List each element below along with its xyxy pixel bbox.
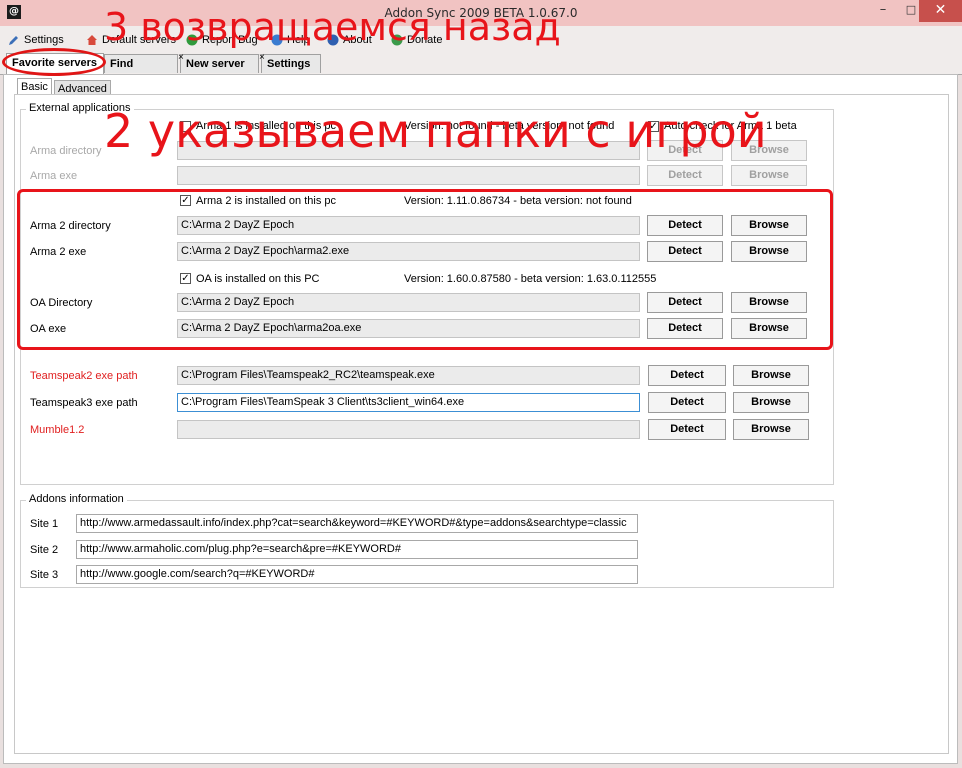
addons-information-title: Addons information xyxy=(26,493,127,505)
main-tab-strip: Favorite servers Find servers × New serv… xyxy=(0,52,962,89)
mumble-path-field[interactable] xyxy=(177,420,640,439)
home-icon xyxy=(87,35,97,45)
teamspeak3-detect-button[interactable]: Detect xyxy=(648,392,726,413)
site2-url-field[interactable]: http://www.armaholic.com/plug.php?e=sear… xyxy=(76,540,638,559)
menu-settings[interactable]: Settings xyxy=(8,34,64,46)
teamspeak3-browse-button[interactable]: Browse xyxy=(733,392,809,413)
teamspeak2-path-field[interactable]: C:\Program Files\Teamspeak2_RC2\teamspea… xyxy=(177,366,640,385)
app-window: @ Addon Sync 2009 BETA 1.0.67.0 – □ ✕ Se… xyxy=(0,0,962,768)
close-tab-icon[interactable]: × xyxy=(259,48,265,67)
arma-exe-detect-button[interactable]: Detect xyxy=(647,165,723,186)
site1-url-field[interactable]: http://www.armedassault.info/index.php?c… xyxy=(76,514,638,533)
tab-find-servers[interactable]: Find servers xyxy=(104,54,178,89)
site3-label: Site 3 xyxy=(30,569,59,581)
mumble-label: Mumble1.2 xyxy=(30,424,85,436)
teamspeak3-label: Teamspeak3 exe path xyxy=(30,397,138,409)
annotation-step2-text: 2 указываем папки с игрой xyxy=(104,104,767,158)
arma-exe-browse-button[interactable]: Browse xyxy=(731,165,807,186)
teamspeak3-path-field[interactable]: C:\Program Files\TeamSpeak 3 Client\ts3c… xyxy=(177,393,640,412)
annotation-step3-text: 3 возвращаемся назад xyxy=(104,5,561,49)
tab-new-server-label: New server xyxy=(186,58,245,70)
minimize-button[interactable]: – xyxy=(868,0,898,22)
mumble-browse-button[interactable]: Browse xyxy=(733,419,809,440)
arma-exe-field[interactable] xyxy=(177,166,640,185)
pencil-icon xyxy=(9,36,18,45)
annotation-ellipse xyxy=(2,48,106,76)
teamspeak2-browse-button[interactable]: Browse xyxy=(733,365,809,386)
site1-label: Site 1 xyxy=(30,518,59,530)
tab-settings-label: Settings xyxy=(267,58,311,70)
site2-label: Site 2 xyxy=(30,544,59,556)
menu-settings-label: Settings xyxy=(24,34,64,46)
annotation-rectangle xyxy=(17,189,833,350)
mumble-detect-button[interactable]: Detect xyxy=(648,419,726,440)
site3-url-field[interactable]: http://www.google.com/search?q=#KEYWORD# xyxy=(76,565,638,584)
close-button[interactable]: ✕ xyxy=(919,0,962,22)
tab-new-server[interactable]: × New server xyxy=(178,52,259,73)
tab-settings[interactable]: × Settings xyxy=(259,52,321,73)
arma-exe-label: Arma exe xyxy=(30,170,78,182)
arma-directory-label: Arma directory xyxy=(30,145,102,157)
teamspeak2-detect-button[interactable]: Detect xyxy=(648,365,726,386)
close-tab-icon[interactable]: × xyxy=(178,48,184,67)
teamspeak2-label: Teamspeak2 exe path xyxy=(30,370,138,382)
